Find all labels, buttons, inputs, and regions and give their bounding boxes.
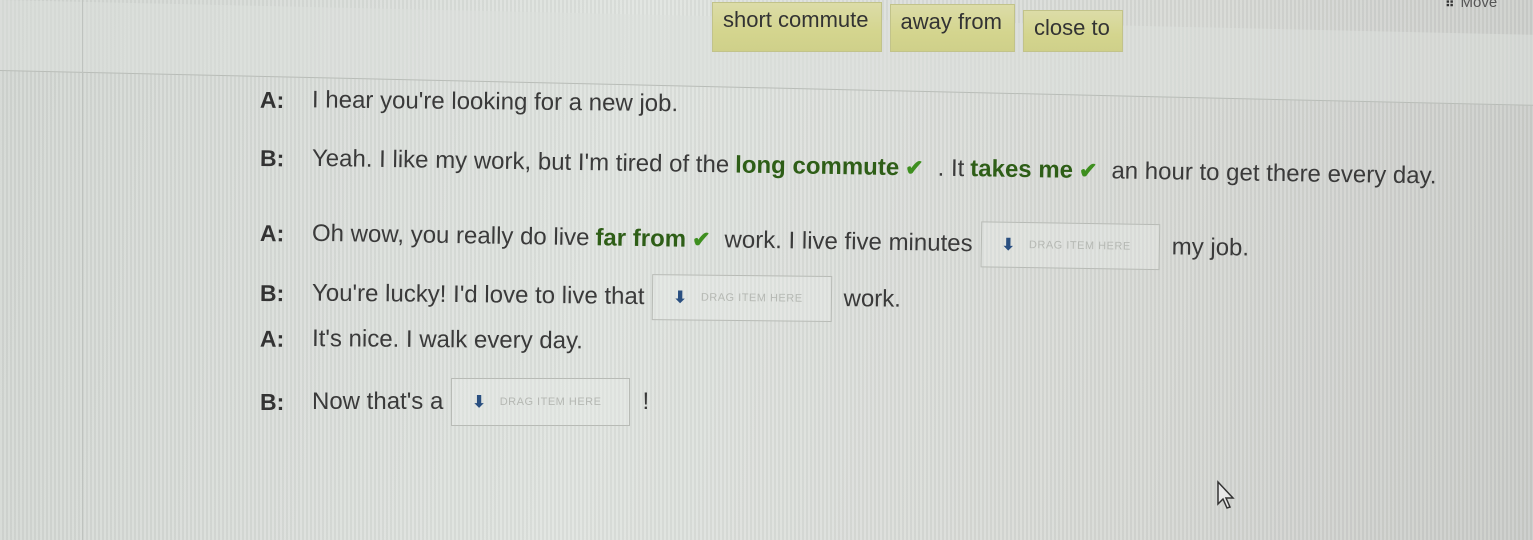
line-text: Oh wow, you really do live xyxy=(311,219,590,252)
drop-placeholder: DRAG ITEM HERE xyxy=(1028,239,1131,253)
drop-zone[interactable]: ⬇ DRAG ITEM HERE xyxy=(652,274,832,322)
check-icon: ✔ xyxy=(1078,157,1098,184)
panel-edge xyxy=(82,0,83,540)
move-handle[interactable]: ⠿ Move xyxy=(1445,0,1497,11)
line-text: Now that's a xyxy=(312,388,444,415)
grip-dots-icon: ⠿ xyxy=(1445,0,1454,10)
speaker-label: A: xyxy=(259,86,285,113)
dialogue-line: A: It's nice. I walk every day. xyxy=(260,325,583,356)
word-chip-close-to[interactable]: close to xyxy=(1022,10,1123,52)
dialogue-line: B: You're lucky! I'd love to live that ⬇… xyxy=(260,270,901,323)
filled-answer[interactable]: far from xyxy=(595,224,686,253)
filled-answer[interactable]: takes me xyxy=(970,155,1073,185)
word-bank: short commute away from close to xyxy=(712,0,1123,52)
down-arrow-icon: ⬇ xyxy=(673,289,687,307)
drop-zone[interactable]: ⬇ DRAG ITEM HERE xyxy=(451,378,631,426)
drop-placeholder: DRAG ITEM HERE xyxy=(700,291,803,305)
down-arrow-icon: ⬇ xyxy=(1001,236,1016,254)
check-icon: ✔ xyxy=(904,155,924,181)
speaker-label: A: xyxy=(259,325,285,352)
speaker-label: B: xyxy=(260,388,285,415)
check-icon: ✔ xyxy=(691,226,711,253)
mouse-pointer-icon xyxy=(1217,480,1235,509)
line-text: I hear you're looking for a new job. xyxy=(311,86,679,118)
line-text: ! xyxy=(642,388,650,415)
speaker-label: B: xyxy=(259,279,285,306)
down-arrow-icon: ⬇ xyxy=(472,394,486,411)
line-text: an hour to get there every day. xyxy=(1111,157,1437,190)
speaker-label: A: xyxy=(259,219,285,246)
dialogue-line: A: Oh wow, you really do live far from ✔… xyxy=(260,210,1250,272)
move-label: Move xyxy=(1460,0,1498,11)
line-text: work. I live five minutes xyxy=(724,226,973,258)
line-text: It's nice. I walk every day. xyxy=(311,325,584,355)
word-chip-away-from[interactable]: away from xyxy=(889,4,1015,52)
line-text: my job. xyxy=(1171,233,1250,262)
filled-answer[interactable]: long commute xyxy=(735,151,899,182)
speaker-label: B: xyxy=(259,144,285,171)
line-text: work. xyxy=(843,285,902,313)
line-text: . It xyxy=(937,154,965,183)
dialogue-line: B: Now that's a ⬇ DRAG ITEM HERE ! xyxy=(260,378,649,426)
drop-placeholder: DRAG ITEM HERE xyxy=(499,396,602,408)
line-text: Yeah. I like my work, but I'm tired of t… xyxy=(311,144,730,179)
line-text: You're lucky! I'd love to live that xyxy=(311,279,645,311)
drop-zone[interactable]: ⬇ DRAG ITEM HERE xyxy=(980,221,1161,271)
dialogue-line: A: I hear you're looking for a new job. xyxy=(260,86,678,118)
dialogue-line: B: Yeah. I like my work, but I'm tired o… xyxy=(260,144,1437,190)
word-chip-short-commute[interactable]: short commute xyxy=(712,2,882,52)
